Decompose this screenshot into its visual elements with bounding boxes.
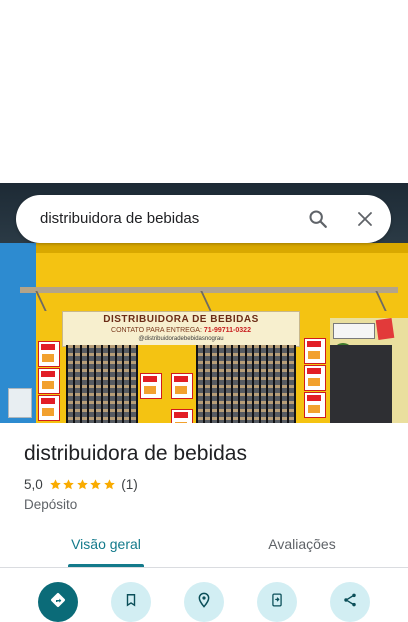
star-icon [77, 478, 88, 489]
blank-header-area [0, 0, 408, 183]
clear-search-button[interactable] [350, 204, 380, 234]
tabs-divider [0, 567, 408, 568]
close-icon [358, 212, 372, 226]
sign-phone: 71-99711-0322 [203, 327, 251, 334]
sign-handle: @distribuidoradebebidasnograu [138, 336, 224, 342]
rating-value: 5,0 [24, 476, 43, 492]
photo-gate-right [196, 345, 296, 423]
poster [38, 368, 60, 394]
tab-bar: Visão geral Avaliações [0, 530, 408, 568]
place-title: distribuidora de bebidas [24, 442, 247, 465]
poster [171, 373, 193, 399]
save-button[interactable] [111, 582, 151, 622]
poster [38, 395, 60, 421]
poster [304, 392, 326, 418]
sign-contact: CONTATO PARA ENTREGA: 71-99711-0322 [63, 326, 299, 335]
poster [304, 338, 326, 364]
star-rating [49, 478, 117, 491]
star-icon [50, 478, 61, 489]
tab-reviews[interactable]: Avaliações [234, 530, 370, 568]
star-icon [104, 478, 115, 489]
poster [171, 409, 193, 423]
photo-topbar [30, 243, 408, 253]
share-button[interactable] [330, 582, 370, 622]
search-input[interactable]: distribuidora de bebidas [40, 195, 199, 243]
star-icon [63, 478, 75, 489]
photo-red-sign [375, 317, 395, 341]
photo-gate-left [66, 345, 138, 423]
directions-button[interactable] [38, 582, 78, 622]
photo-small-sign [333, 323, 375, 339]
review-count[interactable]: (1) [121, 477, 138, 492]
storefront-sign: DISTRIBUIDORA DE BEBIDAS CONTATO PARA EN… [62, 311, 300, 347]
sign-title: DISTRIBUIDORA DE BEBIDAS [103, 314, 259, 325]
rating-row[interactable]: 5,0 (1) [24, 475, 138, 493]
star-icon [90, 478, 102, 489]
search-icon [309, 210, 327, 228]
send-to-phone-button[interactable] [257, 582, 297, 622]
photo-awning [20, 287, 398, 293]
search-bar[interactable]: distribuidora de bebidas [16, 195, 391, 243]
tab-overview[interactable]: Visão geral [38, 530, 174, 568]
place-category: Depósito [24, 497, 78, 512]
nearby-button[interactable] [184, 582, 224, 622]
sign-contact-label: CONTATO PARA ENTREGA: [111, 327, 202, 334]
search-button[interactable] [303, 204, 333, 234]
poster [140, 373, 162, 399]
photo-door [330, 345, 392, 423]
poster [304, 365, 326, 391]
photo-air-conditioner [8, 388, 32, 418]
poster [38, 341, 60, 367]
